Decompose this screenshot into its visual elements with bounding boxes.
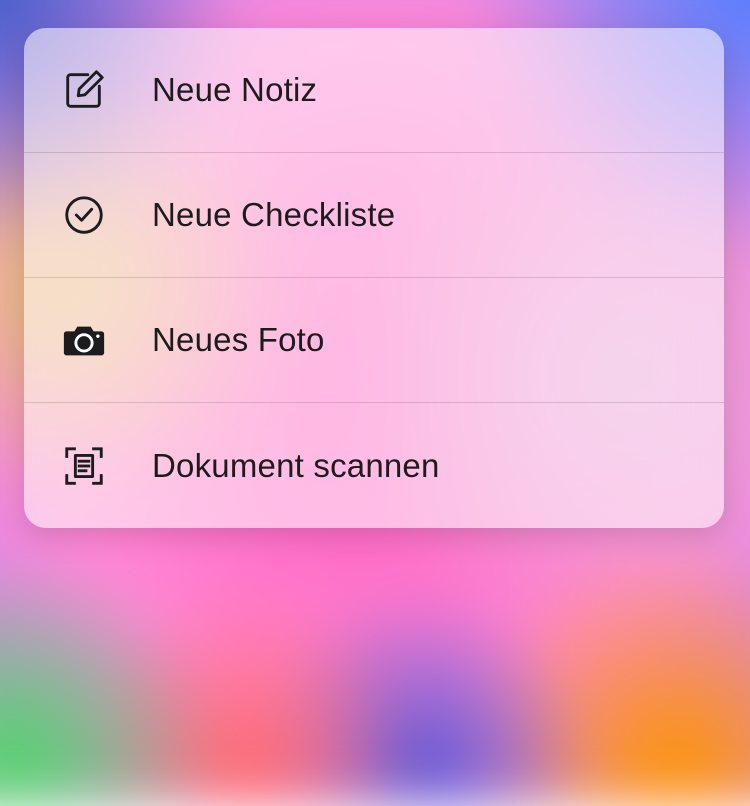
- menu-item-new-photo[interactable]: Neues Foto: [24, 278, 724, 403]
- scan-document-icon: [58, 440, 110, 492]
- menu-item-label: Neue Checkliste: [152, 196, 395, 234]
- compose-icon: [58, 64, 110, 116]
- menu-item-label: Neue Notiz: [152, 71, 317, 109]
- menu-item-label: Dokument scannen: [152, 447, 440, 485]
- menu-item-new-checklist[interactable]: Neue Checkliste: [24, 153, 724, 278]
- menu-item-new-note[interactable]: Neue Notiz: [24, 28, 724, 153]
- checkmark-circle-icon: [58, 189, 110, 241]
- quick-actions-menu: Neue Notiz Neue Checkliste Neues Foto: [24, 28, 724, 528]
- menu-item-scan-document[interactable]: Dokument scannen: [24, 403, 724, 528]
- menu-item-label: Neues Foto: [152, 321, 325, 359]
- camera-icon: [58, 314, 110, 366]
